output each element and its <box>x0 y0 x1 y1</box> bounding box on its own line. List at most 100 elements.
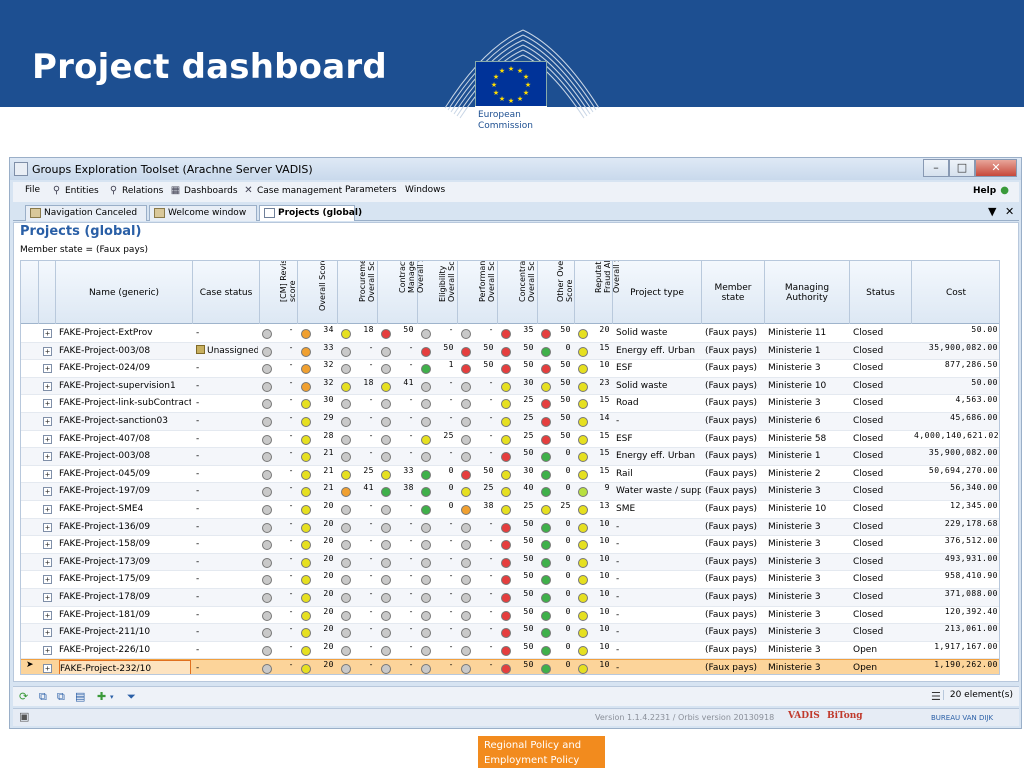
project-name[interactable]: FAKE-Project-211/10 <box>59 624 191 641</box>
project-name[interactable]: FAKE-Project-045/09 <box>59 466 191 483</box>
list-icon[interactable]: ☰ <box>931 691 941 703</box>
expand-row-icon[interactable]: + <box>43 610 52 620</box>
close-button[interactable]: ✕ <box>975 159 1017 177</box>
expand-row-icon[interactable]: + <box>43 592 52 602</box>
header-case-status[interactable]: Case status <box>193 261 260 324</box>
header-reputational[interactable]: Reputational Fraud Alerts Overall Score <box>575 261 621 324</box>
project-name[interactable]: FAKE-Project-175/09 <box>59 571 191 588</box>
expand-row-icon[interactable]: + <box>43 628 52 638</box>
project-name[interactable]: FAKE-Project-178/09 <box>59 589 191 606</box>
expand-row-icon[interactable]: + <box>43 487 52 497</box>
maximize-button[interactable]: □ <box>949 159 975 177</box>
table-row[interactable]: + FAKE-Project-024/09- -32- -1 50 50 50 10 ESF (F… <box>21 360 999 378</box>
project-name[interactable]: FAKE-Project-003/08 <box>59 448 191 465</box>
add-icon[interactable]: ✚ <box>97 691 106 703</box>
header-name[interactable]: Name (generic) <box>56 261 193 324</box>
table-row[interactable]: + FAKE-Project-003/08 Unassigned - 33 - - 50 50 5… <box>21 342 999 361</box>
tab-navigation-canceled[interactable]: Navigation Canceled <box>25 205 147 221</box>
project-name[interactable]: FAKE-Project-158/09 <box>59 536 191 553</box>
project-name[interactable]: FAKE-Project-003/08 <box>59 343 191 360</box>
project-name[interactable]: FAKE-Project-407/08 <box>59 431 191 448</box>
header-project-type[interactable]: Project type <box>613 261 702 324</box>
expand-row-icon[interactable]: + <box>43 504 52 514</box>
header-cost[interactable]: Cost <box>912 261 999 324</box>
header-managing-authority[interactable]: Managing Authority <box>765 261 850 324</box>
tab-close-icon[interactable]: ✕ <box>1005 205 1014 218</box>
project-name[interactable]: FAKE-Project-ExtProv <box>59 325 191 342</box>
project-name[interactable]: FAKE-Project-024/09 <box>59 360 191 377</box>
project-name[interactable]: FAKE-Project-197/09 <box>59 483 191 500</box>
expand-row-icon[interactable]: + <box>43 575 52 585</box>
table-row[interactable]: ➤ + FAKE-Project-232/10- -20- - - -50 0 10- (Faux… <box>21 659 999 674</box>
project-name[interactable]: FAKE-Project-link-subContractor <box>59 395 191 412</box>
expand-row-icon[interactable]: + <box>43 346 52 356</box>
copy-icon[interactable]: ⧉ <box>39 691 47 703</box>
table-row[interactable]: + FAKE-Project-173/09- -20- - - -50 0 10- (Faux … <box>21 553 999 572</box>
project-name[interactable]: FAKE-Project-sanction03 <box>59 413 191 430</box>
export-icon[interactable]: ▤ <box>75 691 85 703</box>
header-overall[interactable]: Overall Score <box>298 261 338 324</box>
table-row[interactable]: + FAKE-Project-link-subContractor - -30- - - -… <box>21 395 999 413</box>
project-name[interactable]: FAKE-Project-136/09 <box>59 519 191 536</box>
filter-icon[interactable]: ⏷ <box>127 691 136 703</box>
table-row[interactable]: + FAKE-Project-175/09- -20- - - -50 0 10- (Faux … <box>21 571 999 589</box>
expand-row-icon[interactable]: + <box>43 645 52 655</box>
table-row[interactable]: + FAKE-Project-045/09- -21 25 33 0 50 30 0 15 Rail… <box>21 465 999 484</box>
header-procurement[interactable]: Procurement Overall Score <box>338 261 378 324</box>
project-name[interactable]: FAKE-Project-232/10 <box>59 660 191 674</box>
table-row[interactable]: + FAKE-Project-ExtProv - -34 18 50- -35 50 20 Sol… <box>21 325 999 343</box>
tab-list-dropdown[interactable]: ▼ <box>988 205 996 218</box>
settings-icon[interactable]: ▣ <box>19 711 29 723</box>
header-concentration[interactable]: Concentration Overall Score <box>498 261 538 324</box>
menu-relations[interactable]: ⚲ Relations <box>108 185 164 196</box>
expand-row-icon[interactable]: + <box>43 452 52 462</box>
table-row[interactable]: + FAKE-Project-supervision1- -32 18 41- -30 50… <box>21 377 999 396</box>
expand-row-icon[interactable]: + <box>43 399 52 409</box>
header-eligibility[interactable]: Eligibility Overall Score <box>418 261 458 324</box>
expand-row-icon[interactable]: + <box>43 469 52 479</box>
expand-row-icon[interactable]: + <box>43 364 52 374</box>
tab-welcome-window[interactable]: Welcome window <box>149 205 257 221</box>
table-row[interactable]: + FAKE-Project-211/10- -20- - - -50 0 10- (Faux … <box>21 624 999 642</box>
expand-row-icon[interactable]: + <box>43 664 52 674</box>
table-row[interactable]: + FAKE-Project-136/09- -20- - - -50 0 10- (Faux … <box>21 518 999 537</box>
menu-help[interactable]: Help ● <box>973 185 1010 196</box>
header-contract[interactable]: Contract Management Overall Score <box>378 261 425 324</box>
refresh-icon[interactable]: ⟳ <box>19 691 28 703</box>
header-cm-revised[interactable]: [CM] Revised score <box>260 261 298 324</box>
window-titlebar[interactable]: Groups Exploration Toolset (Arachne Serv… <box>10 158 1021 180</box>
project-name[interactable]: FAKE-Project-181/09 <box>59 607 191 624</box>
project-name[interactable]: FAKE-Project-SME4 <box>59 501 191 518</box>
header-member-state[interactable]: Member state <box>702 261 765 324</box>
menu-dashboards[interactable]: ▦ Dashboards <box>170 185 238 196</box>
table-row[interactable]: + FAKE-Project-407/08- -28- -25-25 50 15 ESF (F… <box>21 430 999 449</box>
table-row[interactable]: + FAKE-Project-SME4- -20- -0 38 25 25 13 SME (Fau… <box>21 500 999 519</box>
table-row[interactable]: + FAKE-Project-158/09- -20- - - -50 0 10- (Faux … <box>21 536 999 554</box>
expand-row-icon[interactable]: + <box>43 522 52 532</box>
menu-case-management[interactable]: ✕ Case management <box>243 185 342 196</box>
table-row[interactable]: + FAKE-Project-003/08- -21- - - -50 0 15 Energy … <box>21 448 999 466</box>
copy-all-icon[interactable]: ⧉ <box>57 691 65 703</box>
expand-row-icon[interactable]: + <box>43 540 52 550</box>
table-row[interactable]: + FAKE-Project-178/09- -20- - - -50 0 10- (Faux … <box>21 588 999 607</box>
expand-row-icon[interactable]: + <box>43 416 52 426</box>
menu-parameters[interactable]: Parameters <box>345 185 397 195</box>
header-performance[interactable]: Performance Overall Score <box>458 261 498 324</box>
expand-row-icon[interactable]: + <box>43 557 52 567</box>
menu-entities[interactable]: ⚲ Entities <box>51 185 99 196</box>
project-name[interactable]: FAKE-Project-supervision1 <box>59 378 191 395</box>
header-status[interactable]: Status <box>850 261 912 324</box>
expand-row-icon[interactable]: + <box>43 434 52 444</box>
project-name[interactable]: FAKE-Project-173/09 <box>59 554 191 571</box>
table-row[interactable]: + FAKE-Project-226/10- -20- - - -50 0 10- (Faux … <box>21 641 999 660</box>
chevron-down-icon[interactable]: ▾ <box>110 691 114 703</box>
minimize-button[interactable]: – <box>923 159 949 177</box>
expand-row-icon[interactable]: + <box>43 329 52 338</box>
table-row[interactable]: + FAKE-Project-181/09- -20- - - -50 0 10- (Faux … <box>21 606 999 625</box>
table-row[interactable]: + FAKE-Project-sanction03- -29- - - -25 50 14-(… <box>21 412 999 431</box>
header-other[interactable]: Other Overall Score <box>538 261 575 324</box>
menu-file[interactable]: File <box>25 185 40 195</box>
menu-windows[interactable]: Windows <box>405 185 445 195</box>
project-name[interactable]: FAKE-Project-226/10 <box>59 642 191 659</box>
expand-row-icon[interactable]: + <box>43 381 52 391</box>
